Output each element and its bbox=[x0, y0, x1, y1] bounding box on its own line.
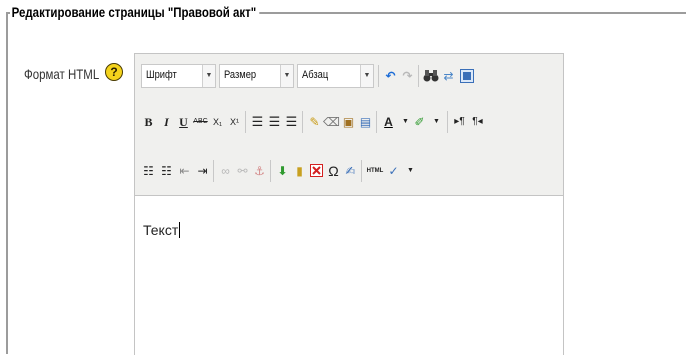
align-center-button[interactable]: ☰ bbox=[266, 112, 283, 132]
media-button[interactable]: ▮ bbox=[291, 161, 308, 181]
fullscreen-button[interactable] bbox=[458, 66, 475, 86]
cleanup-button[interactable]: ✎ bbox=[306, 112, 323, 132]
underline-button[interactable]: U bbox=[175, 112, 192, 132]
spellcheck-button[interactable]: ✓ bbox=[385, 161, 402, 181]
paste-word-button[interactable]: ▤ bbox=[357, 112, 374, 132]
block-format-select[interactable]: Абзац ▼ bbox=[297, 64, 374, 88]
binoculars-icon bbox=[423, 70, 438, 82]
fieldset-frame-left bbox=[6, 12, 8, 354]
flash-button[interactable] bbox=[308, 161, 325, 181]
block-format-select-value: Абзац bbox=[302, 69, 329, 81]
chevron-down-icon: ▼ bbox=[202, 65, 215, 87]
subscript-button[interactable]: X₁ bbox=[209, 112, 226, 132]
italic-button[interactable]: I bbox=[158, 112, 175, 132]
font-family-select-value: Шрифт bbox=[146, 69, 177, 81]
indent-button[interactable]: ⇥ bbox=[194, 161, 211, 181]
text-caret bbox=[179, 222, 181, 238]
superscript-button[interactable]: X¹ bbox=[226, 112, 243, 132]
paste-button[interactable]: ▣ bbox=[340, 112, 357, 132]
rtl-direction-button[interactable]: ¶◂ bbox=[469, 112, 486, 132]
font-size-select-value: Размер bbox=[224, 69, 257, 81]
bullet-list-button[interactable]: ☷ bbox=[140, 161, 157, 181]
bold-button[interactable]: B bbox=[140, 112, 157, 132]
outdent-button[interactable]: ⇤ bbox=[176, 161, 193, 181]
link-button[interactable]: ∞ bbox=[217, 161, 234, 181]
field-label: Формат HTML bbox=[24, 66, 100, 82]
highlight-color-button[interactable]: ✐ bbox=[411, 112, 428, 132]
html-source-button[interactable]: HTML bbox=[365, 161, 385, 181]
strikethrough-button[interactable]: ABC bbox=[192, 112, 209, 132]
insert-date-button[interactable]: ✍ bbox=[342, 161, 359, 181]
align-left-button[interactable]: ☰ bbox=[249, 112, 266, 132]
ltr-direction-button[interactable]: ▸¶ bbox=[451, 112, 468, 132]
font-family-select[interactable]: Шрифт ▼ bbox=[141, 64, 216, 88]
redo-button[interactable]: ↷ bbox=[399, 66, 416, 86]
editor-content-area[interactable]: Текст bbox=[135, 196, 563, 355]
undo-button[interactable]: ↶ bbox=[382, 66, 399, 86]
find-button[interactable] bbox=[422, 66, 439, 86]
chevron-down-icon[interactable]: ▼ bbox=[402, 161, 419, 181]
font-size-select[interactable]: Размер ▼ bbox=[219, 64, 294, 88]
image-button[interactable]: ⬇ bbox=[274, 161, 291, 181]
editor-toolbar: Шрифт ▼ Размер ▼ Абзац ▼ ↶ ↷ ⇄ B I U ABC… bbox=[135, 54, 563, 196]
special-char-button[interactable]: Ω bbox=[325, 161, 342, 181]
editor-content-text: Текст bbox=[143, 222, 181, 238]
numbered-list-button[interactable]: ☷ bbox=[158, 161, 175, 181]
align-right-button[interactable]: ☰ bbox=[283, 112, 300, 132]
close-box-icon bbox=[310, 164, 323, 177]
text-color-button[interactable]: A bbox=[380, 112, 397, 132]
help-icon[interactable]: ? bbox=[105, 63, 123, 81]
html-editor: Шрифт ▼ Размер ▼ Абзац ▼ ↶ ↷ ⇄ B I U ABC… bbox=[134, 53, 564, 355]
fieldset-legend: Редактирование страницы "Правовой акт" bbox=[10, 4, 260, 20]
replace-button[interactable]: ⇄ bbox=[440, 66, 457, 86]
fullscreen-icon bbox=[459, 69, 474, 83]
chevron-down-icon: ▼ bbox=[280, 65, 293, 87]
chevron-down-icon[interactable]: ▼ bbox=[428, 112, 445, 132]
anchor-button[interactable]: ⚓ bbox=[251, 161, 268, 181]
unlink-button[interactable]: ⚯ bbox=[234, 161, 251, 181]
chevron-down-icon: ▼ bbox=[360, 65, 373, 87]
eraser-button[interactable]: ⌫ bbox=[323, 112, 340, 132]
